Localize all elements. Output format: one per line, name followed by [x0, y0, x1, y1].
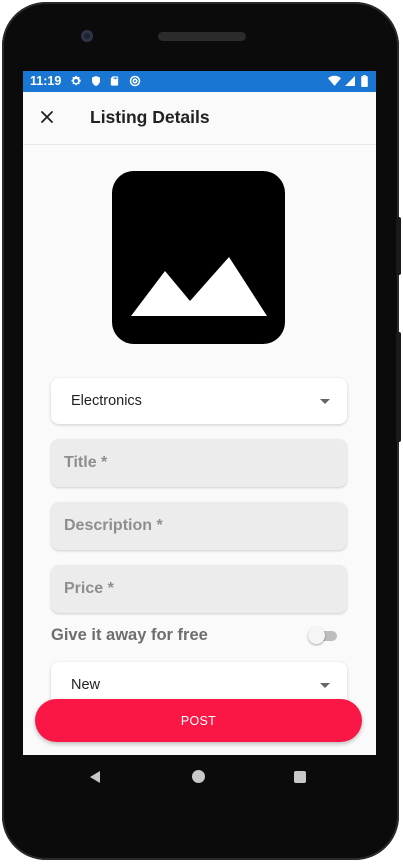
signal-icon	[345, 76, 355, 86]
power-button	[396, 332, 401, 442]
image-placeholder-icon	[131, 257, 267, 316]
front-camera	[81, 30, 93, 42]
app-screen: 11:19 Listing Details Electronics Title …	[23, 71, 376, 755]
price-field-container	[51, 565, 347, 613]
description-input[interactable]	[51, 502, 347, 550]
app-bar: Listing Details	[23, 92, 376, 145]
free-toggle-label: Give it away for free	[51, 626, 208, 644]
chevron-down-icon	[320, 683, 330, 688]
listing-image-picker[interactable]	[112, 171, 285, 344]
sd-card-icon	[110, 76, 119, 86]
battery-icon	[361, 75, 368, 87]
page-title: Listing Details	[90, 107, 210, 127]
shield-icon	[92, 76, 100, 86]
back-triangle-icon[interactable]	[88, 770, 102, 784]
at-sign-icon	[129, 75, 141, 87]
status-bar: 11:19	[23, 71, 376, 92]
description-field-container	[51, 502, 347, 550]
condition-value: New	[71, 677, 101, 693]
gear-icon	[71, 75, 81, 86]
chevron-down-icon	[320, 399, 330, 404]
volume-button	[396, 217, 401, 275]
free-toggle-switch[interactable]	[308, 627, 338, 644]
title-input[interactable]	[51, 439, 347, 487]
system-nav-bar	[23, 755, 376, 799]
toggle-thumb	[308, 627, 325, 644]
price-input[interactable]	[51, 565, 347, 613]
status-time: 11:19	[30, 74, 62, 88]
recents-square-icon[interactable]	[294, 771, 306, 783]
wifi-icon	[328, 75, 341, 86]
earpiece-speaker	[158, 32, 246, 41]
post-button[interactable]: POST	[35, 699, 362, 742]
home-circle-icon[interactable]	[192, 770, 205, 783]
category-value: Electronics	[71, 393, 142, 409]
close-icon[interactable]	[37, 107, 57, 127]
title-field-container	[51, 439, 347, 487]
category-dropdown[interactable]: Electronics	[51, 378, 347, 424]
